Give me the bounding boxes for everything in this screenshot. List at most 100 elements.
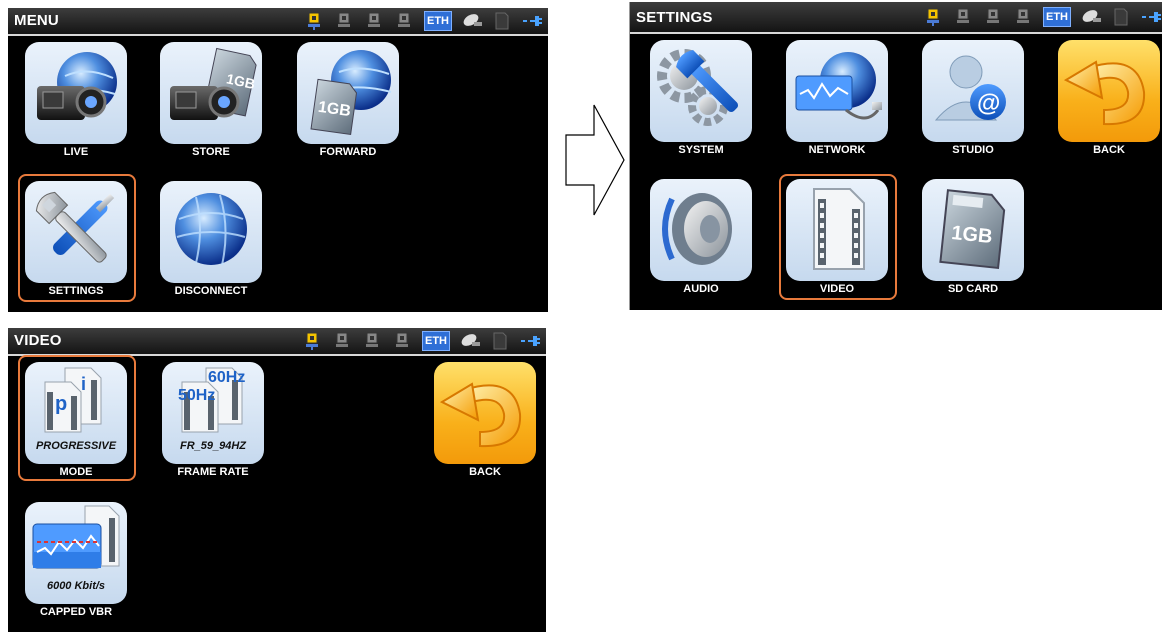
tile-background: 1GB [297,42,399,144]
speaker-icon [662,193,732,265]
wrench-screwdriver-icon [35,191,115,263]
menu-item-settings[interactable]: SETTINGS [25,181,127,297]
network-port-icon [983,7,1003,27]
settings-item-label: AUDIO [683,283,719,295]
video-item-back[interactable]: BACK [434,362,536,478]
settings-title-bar: SETTINGS ETH [630,2,1162,34]
video-item-label: MODE [59,466,93,478]
menu-item-forward[interactable]: 1GB FORWARD [297,42,399,158]
video-item-frame-rate[interactable]: 60Hz 50Hz FR_59_94HZ FRAME RATE [162,362,264,478]
film-icon [813,188,865,270]
network-globe-icon [795,52,882,120]
network-port-icon [392,331,412,351]
user-at-icon: @ [934,55,1006,121]
menu-item-store[interactable]: 1GB STORE [160,42,262,158]
tile-background [25,181,127,283]
settings-item-label: NETWORK [808,144,866,156]
satellite-icon [460,331,480,351]
eth-badge: ETH [1043,7,1071,27]
gears-wrench-icon [657,49,739,126]
tile-background [650,179,752,281]
back-arrow-icon [1063,60,1146,126]
sd-card-icon: 1GB [939,189,1006,270]
settings-item-audio[interactable]: AUDIO [650,179,752,295]
tile-background [786,179,888,281]
video-item-label: BACK [469,466,501,478]
network-port-icon [953,7,973,27]
settings-item-label: STUDIO [952,144,994,156]
menu-item-label: LIVE [63,146,89,158]
menu-item-label: SETTINGS [48,285,104,297]
tile-background [1058,40,1160,142]
power-plug-icon [522,11,542,31]
status-bar: ETH [304,11,542,31]
interlaced-glyph: i [81,374,86,394]
tile-background: @ [922,40,1024,142]
tile-background: p i PROGRESSIVE [25,362,127,464]
settings-item-sd-card[interactable]: 1GB SD CARD [922,179,1024,295]
video-item-mode[interactable]: p i PROGRESSIVE MODE [25,362,127,478]
video-item-label: CAPPED VBR [39,606,113,618]
power-plug-icon [520,331,540,351]
settings-item-label: VIDEO [819,283,855,295]
network-port-icon [362,331,382,351]
video-item-capped-vbr[interactable]: 6000 Kbit/s CAPPED VBR [25,502,127,618]
tile-background: 6000 Kbit/s [25,502,127,604]
network-port-active-icon [302,331,322,351]
transition-arrow-icon [565,104,625,216]
settings-item-label: SD CARD [947,283,999,295]
network-port-icon [394,11,414,31]
settings-item-studio[interactable]: @ STUDIO [922,40,1024,156]
network-port-icon [334,11,354,31]
tile-background [25,42,127,144]
sd-card-icon [1111,7,1131,27]
page-title: VIDEO [14,332,62,349]
sdcard-globe-icon: 1GB [310,50,392,136]
tile-background: 60Hz 50Hz FR_59_94HZ [162,362,264,464]
network-port-active-icon [923,7,943,27]
settings-item-network[interactable]: NETWORK [786,40,888,156]
menu-item-disconnect[interactable]: DISCONNECT [160,181,262,297]
current-mode-value: PROGRESSIVE [35,440,117,452]
tile-background [786,40,888,142]
tile-background [650,40,752,142]
tile-background: 1GB [922,179,1024,281]
page-title: SETTINGS [636,9,713,26]
video-screen: VIDEO ETH p i PROGRESSIVE MODE 60Hz 50Hz… [8,328,546,632]
progressive-glyph: p [55,393,67,415]
satellite-icon [462,11,482,31]
settings-item-back[interactable]: BACK [1058,40,1160,156]
network-port-icon [332,331,352,351]
60hz-glyph: 60Hz [208,369,245,386]
settings-item-video[interactable]: VIDEO [786,179,888,295]
page-title: MENU [14,12,59,29]
sd-card-icon [492,11,512,31]
tile-background [434,362,536,464]
satellite-icon [1081,7,1101,27]
video-title-bar: VIDEO ETH [8,328,546,356]
menu-item-live[interactable]: LIVE [25,42,127,158]
menu-item-label: STORE [192,146,230,158]
video-item-label: FRAME RATE [177,466,249,478]
50hz-glyph: 50Hz [178,387,215,404]
settings-item-label: BACK [1093,144,1125,156]
current-frame-rate-value: FR_59_94HZ [179,440,247,452]
network-port-icon [364,11,384,31]
power-plug-icon [1141,7,1161,27]
globe-icon [175,193,247,266]
status-bar: ETH [923,7,1161,27]
tile-background [160,181,262,283]
settings-item-system[interactable]: SYSTEM [650,40,752,156]
menu-title-bar: MENU ETH [8,8,548,36]
svg-text:@: @ [977,90,1000,117]
network-port-active-icon [304,11,324,31]
tile-background: 1GB [160,42,262,144]
back-arrow-icon [439,382,522,448]
status-bar: ETH [302,331,540,351]
menu-item-label: DISCONNECT [174,285,248,297]
network-port-icon [1013,7,1033,27]
eth-badge: ETH [424,11,452,31]
menu-screen: MENU ETH LIVE 1GB STORE 1GB FORWARD SETT… [8,8,548,312]
current-bitrate-value: 6000 Kbit/s [46,580,106,592]
eth-badge: ETH [422,331,450,351]
